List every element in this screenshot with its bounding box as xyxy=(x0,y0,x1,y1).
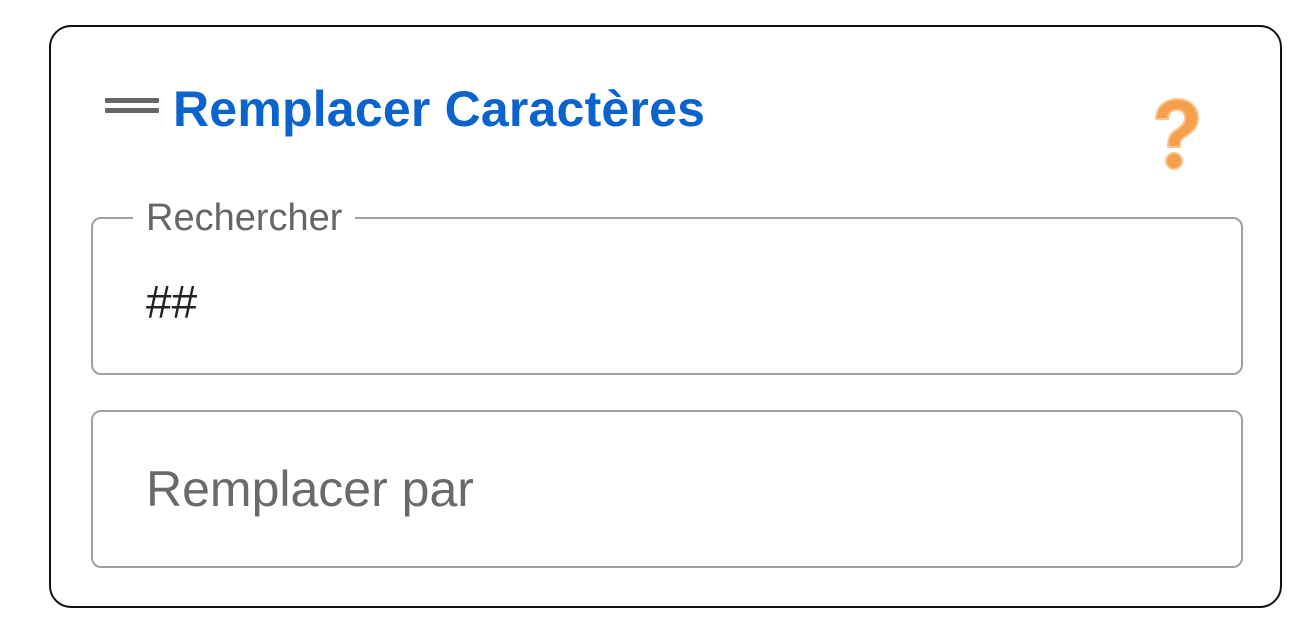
drag-handle-bar-top xyxy=(105,98,159,103)
search-input[interactable] xyxy=(146,257,1206,347)
replace-field xyxy=(91,410,1243,568)
search-field-label: Rechercher xyxy=(133,194,356,242)
widget-title: Remplacer Caractères xyxy=(173,81,706,137)
replace-characters-widget: Remplacer Caractères Rechercher xyxy=(49,25,1282,608)
replace-input[interactable] xyxy=(146,412,1206,566)
search-field: Rechercher xyxy=(91,194,1243,375)
question-mark-icon[interactable] xyxy=(1146,95,1206,175)
drag-handle-icon[interactable] xyxy=(105,98,159,114)
drag-handle-bar-bottom xyxy=(105,108,159,113)
